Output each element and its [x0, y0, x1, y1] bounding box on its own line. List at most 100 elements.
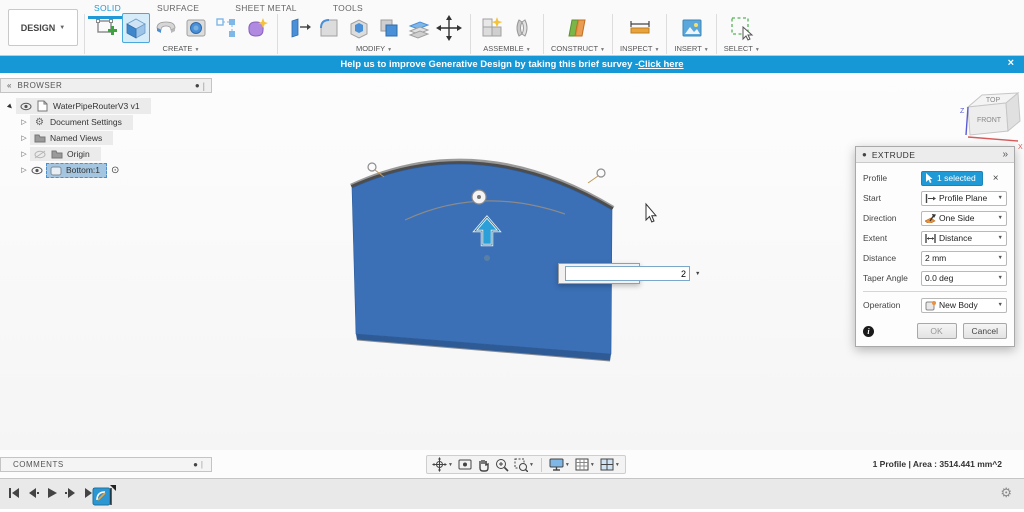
row-body[interactable]: ⚙ Document Settings	[30, 114, 133, 130]
grid-snap-button[interactable]: ▼	[575, 458, 595, 471]
viewcube[interactable]: TOP FRONT Z X	[948, 81, 1024, 153]
sketch-point[interactable]	[484, 255, 490, 261]
press-pull-button[interactable]	[285, 13, 313, 43]
selected-body-row[interactable]: Bottom:1	[46, 162, 108, 178]
insert-group-label[interactable]: INSERT ▼	[674, 44, 708, 53]
expand-triangle-icon[interactable]: ▷	[18, 166, 30, 174]
pan-button[interactable]	[477, 458, 490, 472]
zoom-button[interactable]	[495, 458, 509, 472]
start-dropdown[interactable]: Profile Plane ▼	[921, 190, 1007, 206]
display-settings-button[interactable]: ▼	[549, 458, 570, 471]
tree-row-named-views[interactable]: ▷ Named Views	[4, 130, 212, 146]
comments-panel-header[interactable]: COMMENTS ● |	[0, 457, 212, 472]
revolve-button[interactable]	[152, 13, 180, 43]
go-to-start-button[interactable]	[8, 487, 20, 499]
measure-button[interactable]	[626, 13, 654, 43]
step-forward-button[interactable]	[65, 487, 77, 499]
orbit-button[interactable]: ▼	[432, 457, 453, 472]
create-group-label[interactable]: CREATE ▼	[163, 44, 200, 53]
left-extent-handle[interactable]	[367, 162, 377, 172]
cancel-button[interactable]: Cancel	[962, 323, 1007, 339]
create-form-icon	[248, 18, 268, 37]
offset-face-button[interactable]	[405, 13, 433, 43]
close-icon[interactable]: ×	[1008, 57, 1014, 69]
chevron-down-icon: ▼	[997, 275, 1003, 281]
clear-selection-icon[interactable]: ×	[993, 173, 999, 184]
shell-button[interactable]	[345, 13, 373, 43]
distance-input[interactable]: 2 mm ▼	[921, 250, 1007, 266]
chevron-down-icon[interactable]: ▼	[529, 462, 534, 468]
expand-triangle-icon[interactable]: ▷	[18, 118, 30, 126]
panel-options-icon[interactable]: ●	[195, 81, 200, 90]
chevron-down-icon: ▼	[600, 47, 605, 53]
chevron-down-icon[interactable]: ▼	[448, 462, 453, 468]
create-sketch-button[interactable]	[92, 13, 120, 43]
look-at-button[interactable]	[458, 458, 472, 471]
extent-dropdown[interactable]: Distance ▼	[921, 230, 1007, 246]
modify-group-label[interactable]: MODIFY ▼	[356, 44, 392, 53]
expand-triangle-icon[interactable]: ▷	[18, 150, 30, 158]
design-menu-button[interactable]: DESIGN ▼	[8, 9, 78, 46]
chevron-down-icon[interactable]: ▼	[693, 271, 702, 277]
new-component-button[interactable]	[478, 13, 506, 43]
info-icon[interactable]: i	[863, 325, 874, 337]
root-label: WaterPipeRouterV3 v1	[53, 101, 140, 111]
panel-options-icon[interactable]: ●	[193, 460, 198, 469]
viewport[interactable]: « BROWSER ● | ▼ WaterPipeRouterV3 v1 ▷ ⚙…	[0, 73, 1024, 450]
move-copy-button[interactable]	[435, 13, 463, 43]
activate-component-radio[interactable]: ⊙	[111, 165, 119, 176]
tree-row-origin[interactable]: ▷ Origin	[4, 146, 212, 162]
panel-resize-handle[interactable]: |	[201, 460, 203, 469]
create-form-button[interactable]	[242, 13, 270, 43]
zoom-window-button[interactable]: ▼	[514, 458, 534, 472]
root-row-body[interactable]: WaterPipeRouterV3 v1	[16, 98, 151, 114]
select-group-label[interactable]: SELECT ▼	[724, 44, 760, 53]
assemble-group-label[interactable]: ASSEMBLE ▼	[483, 44, 530, 53]
panel-resize-handle[interactable]: |	[203, 81, 205, 91]
hole-button[interactable]	[182, 13, 210, 43]
inspect-group-label[interactable]: INSPECT ▼	[620, 44, 659, 53]
chevron-down-icon[interactable]: ▼	[565, 462, 570, 468]
chevron-down-icon[interactable]: ▼	[590, 462, 595, 468]
dimension-value-input[interactable]	[565, 266, 690, 281]
combine-button[interactable]	[375, 13, 403, 43]
select-button[interactable]	[728, 13, 756, 43]
insert-canvas-button[interactable]	[678, 13, 706, 43]
row-body[interactable]: Origin	[30, 147, 101, 161]
collapse-icon[interactable]: «	[7, 81, 11, 90]
timeline-sketch-feature[interactable]	[92, 485, 116, 506]
browser-header[interactable]: « BROWSER ● |	[0, 78, 212, 93]
eye-icon[interactable]	[19, 102, 32, 111]
play-button[interactable]	[46, 487, 58, 499]
profile-selected-button[interactable]: 1 selected	[921, 170, 983, 186]
direction-dropdown[interactable]: One Side ▼	[921, 210, 1007, 226]
fillet-icon	[320, 19, 338, 37]
right-extent-handle[interactable]	[596, 168, 606, 178]
tree-row-document-settings[interactable]: ▷ ⚙ Document Settings	[4, 114, 212, 130]
taper-angle-input[interactable]: 0.0 deg ▼	[921, 270, 1007, 286]
construct-plane-button[interactable]	[564, 13, 592, 43]
chevron-down-icon[interactable]: ▼	[615, 462, 620, 468]
extrude-dialog-header[interactable]: ● EXTRUDE »	[856, 147, 1014, 163]
timeline-settings-gear-icon[interactable]: ⚙	[1000, 485, 1012, 501]
row-body[interactable]: Named Views	[30, 131, 114, 145]
tree-row-root[interactable]: ▼ WaterPipeRouterV3 v1	[4, 98, 212, 114]
extrude-button[interactable]	[122, 13, 150, 43]
group-select: SELECT ▼	[717, 13, 767, 53]
pattern-button[interactable]	[212, 13, 240, 43]
eye-icon[interactable]	[30, 166, 43, 175]
step-back-button[interactable]	[27, 487, 39, 499]
construct-group-label[interactable]: CONSTRUCT ▼	[551, 44, 605, 53]
joint-button[interactable]	[508, 13, 536, 43]
dialog-pin-icon[interactable]: »	[1002, 149, 1008, 160]
expand-triangle-icon[interactable]: ▷	[18, 134, 30, 142]
operation-dropdown[interactable]: New Body ▼	[921, 297, 1007, 313]
ok-button[interactable]: OK	[916, 323, 957, 339]
tree-row-bottom1[interactable]: ▷ Bottom:1 ⊙	[4, 162, 212, 178]
profile-label: Profile	[863, 173, 888, 183]
display-settings-icon	[549, 458, 564, 471]
fillet-button[interactable]	[315, 13, 343, 43]
banner-link[interactable]: Click here	[638, 59, 683, 70]
viewports-button[interactable]: ▼	[600, 458, 620, 471]
eye-hidden-icon[interactable]	[33, 150, 46, 159]
